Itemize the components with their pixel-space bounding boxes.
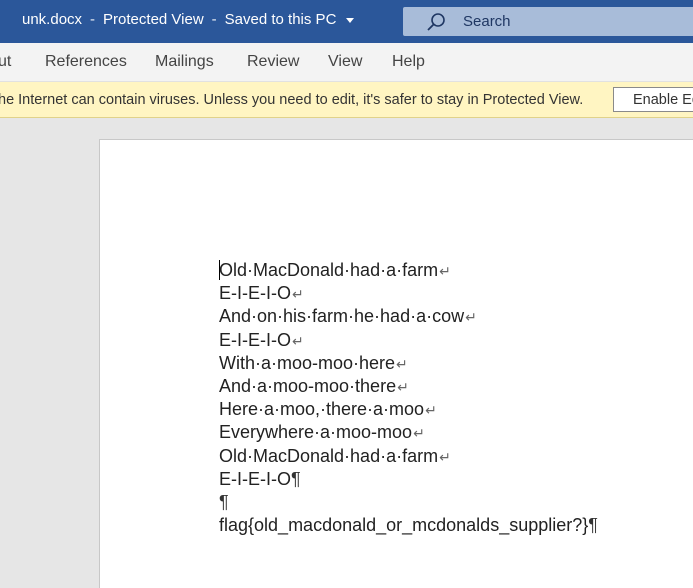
line-break-mark: ↵ (425, 402, 437, 419)
document-line: With·a·moo-moo·here↵ (219, 352, 598, 375)
paragraph-mark: ¶ (219, 491, 229, 512)
title-separator: - (211, 11, 217, 28)
line-text: Old·MacDonald·had·a·farm (219, 260, 439, 280)
protected-view-bar: he Internet can contain viruses. Unless … (0, 82, 693, 118)
search-box[interactable]: Search (403, 7, 693, 36)
document-line: E-I-E-I-O¶ (219, 468, 598, 491)
line-text: flag{old_macdonald_or_mcdonalds_supplier… (219, 515, 589, 536)
document-line: flag{old_macdonald_or_mcdonalds_supplier… (219, 514, 598, 537)
line-break-mark: ↵ (413, 425, 425, 442)
view-mode: Protected View (103, 11, 204, 28)
tab-references[interactable]: References (45, 53, 127, 71)
document-body[interactable]: Old·MacDonald·had·a·farm↵ E-I-E-I-O↵ And… (219, 259, 598, 537)
tab-layout[interactable]: ut (0, 53, 11, 71)
document-line: Everywhere·a·moo-moo↵ (219, 421, 598, 444)
line-text: Here·a·moo,·there·a·moo (219, 399, 425, 420)
line-break-mark: ↵ (397, 378, 409, 395)
document-line: Here·a·moo,·there·a·moo↵ (219, 398, 598, 421)
document-line: E-I-E-I-O↵ (219, 282, 598, 305)
line-break-mark: ↵ (439, 263, 451, 279)
document-line: E-I-E-I-O↵ (219, 329, 598, 352)
line-text: Old·MacDonald·had·a·farm (219, 445, 439, 466)
line-break-mark: ↵ (465, 309, 477, 326)
line-text: E-I-E-I-O (219, 283, 291, 304)
line-text: Everywhere·a·moo-moo (219, 422, 413, 443)
document-line: ¶ (219, 491, 598, 514)
line-break-mark: ↵ (439, 448, 451, 465)
tab-help[interactable]: Help (392, 53, 425, 71)
document-title[interactable]: unk.docx - Protected View - Saved to thi… (22, 11, 355, 28)
file-name: unk.docx (22, 11, 83, 28)
line-text: With·a·moo-moo·here (219, 352, 396, 373)
paragraph-mark: ¶ (588, 515, 598, 536)
tab-review[interactable]: Review (247, 53, 299, 71)
document-line: And·on·his·farm·he·had·a·cow↵ (219, 305, 598, 328)
line-break-mark: ↵ (292, 286, 304, 303)
line-break-mark: ↵ (292, 332, 304, 349)
enable-editing-button[interactable]: Enable Ed (613, 87, 693, 112)
protected-view-message: he Internet can contain viruses. Unless … (0, 92, 584, 108)
document-line: Old·MacDonald·had·a·farm↵ (219, 259, 598, 282)
chevron-down-icon[interactable] (346, 18, 355, 23)
save-status: Saved to this PC (224, 11, 337, 28)
tab-view[interactable]: View (328, 53, 362, 71)
search-icon (427, 13, 445, 31)
line-text: E-I-E-I-O (219, 329, 291, 350)
paragraph-mark: ¶ (291, 468, 301, 489)
tab-mailings[interactable]: Mailings (155, 53, 214, 71)
line-text: And·a·moo-moo·there (219, 375, 397, 396)
title-separator: - (90, 11, 96, 28)
line-break-mark: ↵ (396, 355, 408, 372)
line-text: E-I-E-I-O (219, 468, 291, 489)
ribbon-tabs: ut References Mailings Review View Help (0, 43, 693, 82)
search-label: Search (463, 13, 511, 30)
line-text: And·on·his·farm·he·had·a·cow (219, 306, 465, 327)
document-line: Old·MacDonald·had·a·farm↵ (219, 445, 598, 468)
document-line: And·a·moo-moo·there↵ (219, 375, 598, 398)
title-bar: unk.docx - Protected View - Saved to thi… (0, 0, 693, 43)
